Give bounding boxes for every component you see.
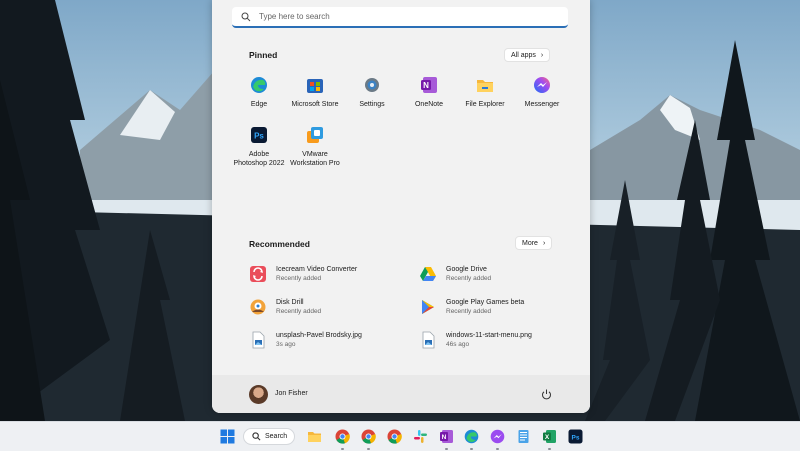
google-play-games-icon <box>419 298 437 316</box>
pinned-app-label: Adobe Photoshop 2022 <box>233 151 285 167</box>
recommended-item-time: 46s ago <box>446 341 470 348</box>
pinned-title: Pinned <box>249 50 278 60</box>
more-button[interactable]: More › <box>515 236 553 250</box>
notepad-icon[interactable] <box>516 429 531 444</box>
google-drive-icon <box>419 265 437 283</box>
svg-text:N: N <box>442 434 447 441</box>
svg-text:Ps: Ps <box>572 434 580 441</box>
recommended-item[interactable]: Google Play Games beta Recently added <box>419 298 524 316</box>
recommended-item-name: Disk Drill <box>276 299 304 306</box>
messenger-icon[interactable] <box>490 429 505 444</box>
pinned-app-label: Edge <box>250 101 268 108</box>
start-search-box[interactable] <box>232 7 568 28</box>
recommended-item-name: Google Play Games beta <box>446 299 525 306</box>
start-menu: Pinned All apps › Edge Microsoft Store S… <box>212 0 590 413</box>
disk-drill-icon <box>249 298 267 316</box>
search-icon <box>252 432 261 441</box>
taskbar-search-label: Search <box>265 433 288 440</box>
messenger-icon <box>533 76 551 94</box>
recommended-item[interactable]: Disk Drill Recently added <box>249 298 321 316</box>
onenote-icon: N <box>420 76 438 94</box>
windows-start-icon[interactable] <box>220 429 235 444</box>
search-icon <box>241 12 251 21</box>
taskbar: Search N X Ps <box>0 421 800 451</box>
recommended-item-name: unsplash-Pavel Brodsky.jpg <box>276 332 362 339</box>
search-input[interactable] <box>257 11 561 22</box>
file-explorer-icon[interactable] <box>307 429 322 444</box>
recommended-item-time: Recently added <box>446 275 492 282</box>
recommended-item-time: Recently added <box>276 275 322 282</box>
power-icon[interactable] <box>541 389 552 400</box>
pinned-app-onenote[interactable]: N OneNote <box>401 76 457 109</box>
photoshop-icon: Ps <box>250 126 268 144</box>
avatar[interactable] <box>249 385 268 404</box>
pinned-app-microsoft-store[interactable]: Microsoft Store <box>287 76 343 109</box>
recommended-item[interactable]: windows-11-start-menu.png 46s ago <box>419 331 532 349</box>
pinned-app-vmware[interactable]: VMware Workstation Pro <box>287 126 343 168</box>
pinned-app-photoshop[interactable]: Ps Adobe Photoshop 2022 <box>231 126 287 168</box>
edge-icon[interactable] <box>464 429 479 444</box>
recommended-item-time: 3s ago <box>276 341 296 348</box>
pinned-app-label: Microsoft Store <box>291 101 339 108</box>
pinned-app-label: OneNote <box>414 101 444 108</box>
photoshop-icon[interactable]: Ps <box>568 429 583 444</box>
chrome-icon[interactable] <box>387 429 402 444</box>
pinned-app-label: Messenger <box>524 101 560 108</box>
recommended-item-name: Icecream Video Converter <box>276 266 358 273</box>
pinned-app-label: VMware Workstation Pro <box>290 151 340 167</box>
recommended-item-name: Google Drive <box>446 266 487 273</box>
svg-text:Ps: Ps <box>254 132 264 141</box>
svg-text:N: N <box>423 81 429 90</box>
pinned-app-label: Settings <box>359 101 385 108</box>
svg-text:X: X <box>545 434 550 441</box>
edge-icon <box>250 76 268 94</box>
vmware-icon <box>306 126 324 144</box>
trees-left-silhouette <box>0 0 185 421</box>
chevron-right-icon: › <box>542 239 546 247</box>
taskbar-search-button[interactable]: Search <box>243 428 295 445</box>
pinned-app-edge[interactable]: Edge <box>231 76 287 109</box>
store-icon <box>306 76 324 94</box>
user-name[interactable]: Jon Fisher <box>275 390 308 397</box>
image-file-icon <box>419 331 437 349</box>
trees-right-silhouette <box>585 40 800 421</box>
settings-icon <box>363 76 381 94</box>
slack-icon[interactable] <box>413 429 428 444</box>
recommended-item[interactable]: unsplash-Pavel Brodsky.jpg 3s ago <box>249 331 362 349</box>
chrome-icon[interactable] <box>335 429 350 444</box>
excel-icon[interactable]: X <box>542 429 557 444</box>
recommended-item-time: Recently added <box>276 308 322 315</box>
recommended-item-time: Recently added <box>446 308 492 315</box>
icecream-icon <box>249 265 267 283</box>
pinned-app-messenger[interactable]: Messenger <box>514 76 570 109</box>
chevron-right-icon: › <box>540 51 544 59</box>
all-apps-label: All apps <box>511 51 536 59</box>
pinned-app-file-explorer[interactable]: File Explorer <box>457 76 513 109</box>
recommended-item[interactable]: Icecream Video Converter Recently added <box>249 265 357 283</box>
folder-icon <box>476 76 494 94</box>
chrome-icon[interactable] <box>361 429 376 444</box>
image-file-icon <box>249 331 267 349</box>
recommended-item-name: windows-11-start-menu.png <box>446 332 532 339</box>
recommended-item[interactable]: Google Drive Recently added <box>419 265 491 283</box>
more-label: More <box>522 239 538 247</box>
pinned-app-label: File Explorer <box>465 101 505 108</box>
start-menu-footer: Jon Fisher <box>212 375 590 413</box>
pinned-app-settings[interactable]: Settings <box>344 76 400 109</box>
onenote-icon[interactable]: N <box>439 429 454 444</box>
all-apps-button[interactable]: All apps › <box>504 48 551 62</box>
recommended-title: Recommended <box>249 239 310 249</box>
